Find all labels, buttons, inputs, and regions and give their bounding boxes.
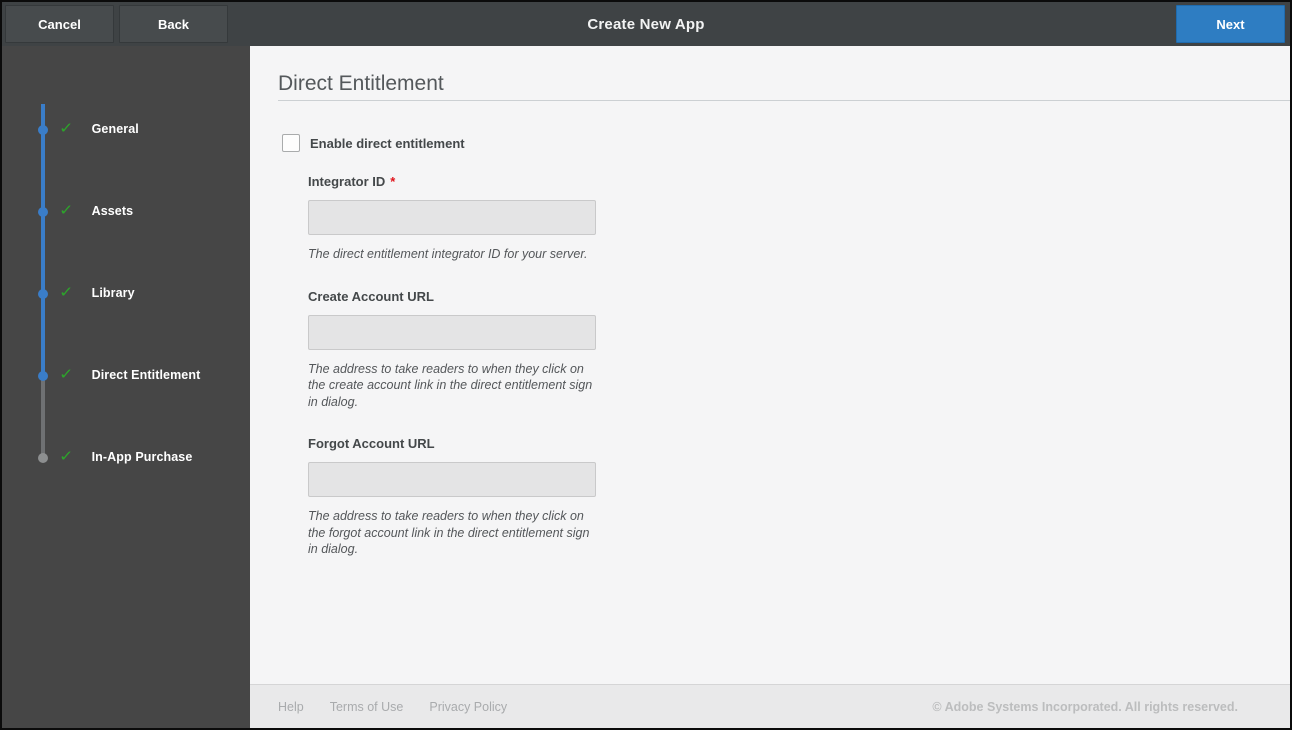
create-account-url-field: Create Account URL The address to take r… xyxy=(308,289,1290,411)
field-label: Forgot Account URL xyxy=(308,436,1290,452)
field-label-text: Forgot Account URL xyxy=(308,436,435,451)
check-icon: ✓ xyxy=(59,448,74,465)
cancel-button[interactable]: Cancel xyxy=(5,5,114,43)
integrator-id-field: Integrator ID * The direct entitlement in… xyxy=(308,174,1290,263)
window-body: ✓ General ✓ Assets ✓ Library ✓ Direct En… xyxy=(2,46,1290,728)
help-link[interactable]: Help xyxy=(278,700,304,714)
step-dot-general xyxy=(38,125,48,135)
direct-entitlement-form: Direct Entitlement Enable direct entitle… xyxy=(250,46,1290,684)
step-label: In-App Purchase xyxy=(91,450,193,464)
step-label: Direct Entitlement xyxy=(91,368,201,382)
form-fields: Integrator ID * The direct entitlement in… xyxy=(308,174,1290,558)
copyright-text: © Adobe Systems Incorporated. All rights… xyxy=(932,699,1238,714)
top-bar: Cancel Back Create New App Next xyxy=(2,2,1290,46)
create-new-app-window: Cancel Back Create New App Next ✓ Genera… xyxy=(0,0,1292,730)
field-helper-text: The direct entitlement integrator ID for… xyxy=(308,247,588,261)
footer: Help Terms of Use Privacy Policy © Adobe… xyxy=(250,684,1290,728)
step-label: General xyxy=(91,122,139,136)
sidebar-step-direct-entitlement[interactable]: ✓ Direct Entitlement xyxy=(59,366,201,383)
privacy-policy-link[interactable]: Privacy Policy xyxy=(429,700,507,714)
field-label-text: Create Account URL xyxy=(308,288,434,304)
field-helper-text: The address to take readers to when they… xyxy=(308,509,590,556)
step-dot-direct-entitlement xyxy=(38,371,48,381)
page-title: Direct Entitlement xyxy=(278,72,444,95)
stepper-rail-completed xyxy=(41,104,45,376)
sidebar-step-assets[interactable]: ✓ Assets xyxy=(59,202,134,219)
integrator-id-input[interactable] xyxy=(308,200,596,235)
step-label: Library xyxy=(91,286,135,300)
field-helper-text: The address to take readers to when they… xyxy=(308,361,593,409)
stepper-rail-pending xyxy=(41,376,45,458)
step-dot-library xyxy=(38,289,48,299)
sidebar-step-library[interactable]: ✓ Library xyxy=(59,284,135,301)
forgot-account-url-input[interactable] xyxy=(308,462,596,497)
check-icon: ✓ xyxy=(59,366,74,383)
enable-direct-entitlement-checkbox[interactable] xyxy=(282,134,300,152)
enable-direct-entitlement-row: Enable direct entitlement xyxy=(282,134,1290,152)
next-button[interactable]: Next xyxy=(1176,5,1285,43)
step-label: Assets xyxy=(91,204,134,218)
terms-of-use-link[interactable]: Terms of Use xyxy=(330,700,404,714)
required-asterisk: * xyxy=(390,174,396,189)
create-account-url-input[interactable] xyxy=(308,314,596,350)
check-icon: ✓ xyxy=(59,202,74,219)
forgot-account-url-field: Forgot Account URL The address to take r… xyxy=(308,436,1290,558)
field-label-text: Integrator ID xyxy=(308,174,386,189)
step-dot-in-app-purchase xyxy=(38,453,48,463)
main-panel: Direct Entitlement Enable direct entitle… xyxy=(250,46,1290,728)
sidebar-step-general[interactable]: ✓ General xyxy=(59,120,139,137)
sidebar-step-in-app-purchase[interactable]: ✓ In-App Purchase xyxy=(59,448,193,465)
field-label: Create Account URL xyxy=(308,289,1290,305)
back-button[interactable]: Back xyxy=(119,5,228,43)
check-icon: ✓ xyxy=(59,120,74,137)
check-icon: ✓ xyxy=(59,284,74,301)
step-dot-assets xyxy=(38,207,48,217)
field-label: Integrator ID * xyxy=(308,174,1290,190)
wizard-stepper-sidebar: ✓ General ✓ Assets ✓ Library ✓ Direct En… xyxy=(2,46,250,728)
checkbox-label: Enable direct entitlement xyxy=(310,135,465,151)
heading-divider xyxy=(278,100,1290,101)
